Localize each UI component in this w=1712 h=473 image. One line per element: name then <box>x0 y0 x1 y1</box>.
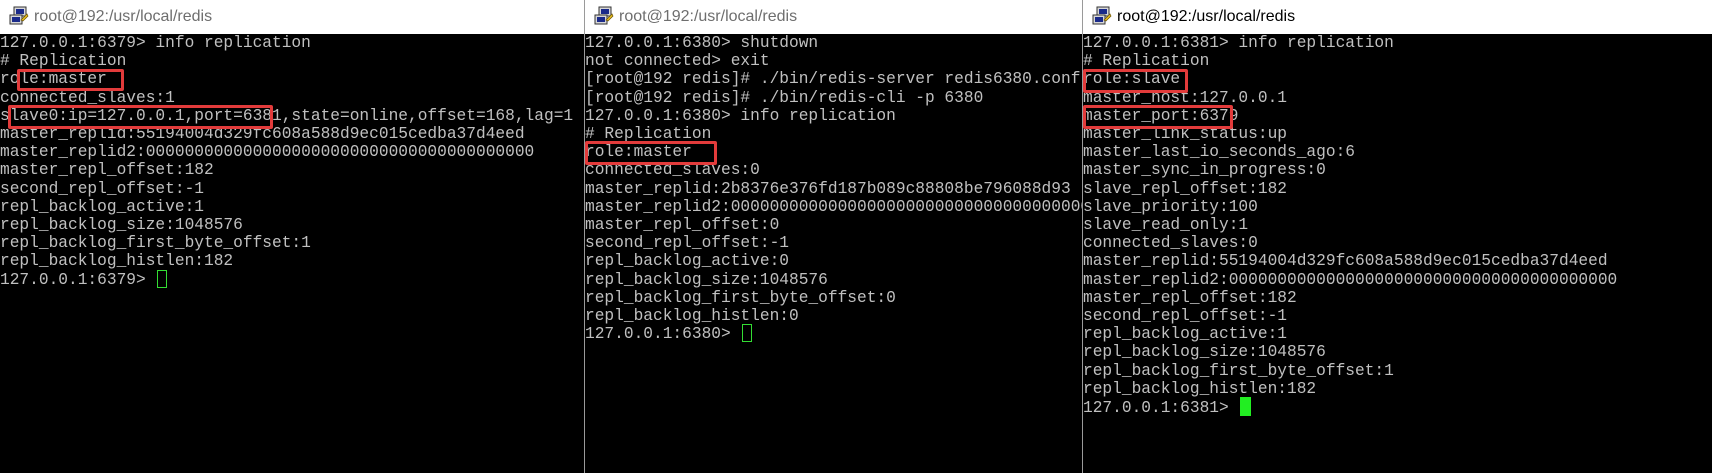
terminal-line: master_replid2:0000000000000000000000000… <box>0 143 535 162</box>
terminal-line: repl_backlog_size:1048576 <box>585 270 828 289</box>
terminal-line: slave_read_only:1 <box>1083 216 1249 234</box>
window-title-bar[interactable]: root@192:/usr/local/redis <box>1083 0 1712 34</box>
terminal-line: 127.0.0.1:6381> info replication <box>1083 34 1394 52</box>
terminal-output[interactable]: 127.0.0.1:6380> shutdown not connected> e… <box>585 34 1082 473</box>
terminal-line: repl_backlog_active:1 <box>0 197 204 216</box>
terminal-line: [root@192 redis]# ./bin/redis-server red… <box>585 70 1081 89</box>
terminal-window-6381[interactable]: root@192:/usr/local/redis 127.0.0.1:6381… <box>1083 0 1712 473</box>
highlight-role-slave <box>1083 69 1188 93</box>
terminal-line: 127.0.0.1:6380> shutdown <box>585 34 819 52</box>
terminal-line: second_repl_offset:-1 <box>585 234 789 253</box>
terminal-line: master_last_io_seconds_ago:6 <box>1083 143 1355 162</box>
terminal-line: repl_backlog_histlen:0 <box>585 307 799 325</box>
terminal-line: repl_backlog_first_byte_offset:1 <box>0 234 311 253</box>
window-title: root@192:/usr/local/redis <box>1117 8 1296 25</box>
terminal-line: master_replid:2b8376e376fd187b089c88808b… <box>585 179 1071 198</box>
terminal-line: second_repl_offset:-1 <box>0 179 204 198</box>
terminal-line: master_replid2:0000000000000000000000000… <box>1083 270 1618 289</box>
terminal-cursor <box>742 324 753 343</box>
terminal-line: repl_backlog_histlen:182 <box>1083 379 1317 398</box>
prompt-line: 127.0.0.1:6380> <box>585 324 753 344</box>
prompt-line: 127.0.0.1:6379> <box>0 269 168 290</box>
terminal-line: master_replid:55194004d329fc608a588d9ec0… <box>1083 252 1608 271</box>
terminal-cursor <box>157 269 168 288</box>
terminal-line: repl_backlog_size:1048576 <box>1083 343 1326 362</box>
window-title: root@192:/usr/local/redis <box>619 8 798 25</box>
terminal-output[interactable]: 127.0.0.1:6381> info replication # Replic… <box>1083 34 1712 473</box>
window-title-bar[interactable]: root@192:/usr/local/redis <box>0 0 584 34</box>
terminal-line: repl_backlog_active:1 <box>1083 325 1287 344</box>
terminal-line: repl_backlog_size:1048576 <box>0 216 243 234</box>
terminal-line: second_repl_offset:-1 <box>1083 307 1287 325</box>
terminal-line: 127.0.0.1:6380> info replication <box>585 106 896 125</box>
terminal-cursor <box>1240 397 1252 416</box>
terminal-line: 127.0.0.1:6379> info replication <box>0 34 311 52</box>
putty-terminal-icon <box>594 6 614 25</box>
terminal-line: not connected> exit <box>585 52 770 71</box>
terminal-line: slave_repl_offset:182 <box>1083 179 1287 198</box>
terminal-line: repl_backlog_first_byte_offset:0 <box>585 288 896 307</box>
prompt-line: 127.0.0.1:6381> <box>1083 397 1252 417</box>
terminal-line: master_replid2:0000000000000000000000000… <box>585 197 1082 216</box>
terminal-line: slave_priority:100 <box>1083 197 1258 216</box>
terminal-line: master_sync_in_progress:0 <box>1083 161 1326 180</box>
terminal-line: master_repl_offset:182 <box>0 161 214 180</box>
terminal-line: connected_slaves:0 <box>1083 234 1258 253</box>
highlight-role-master <box>585 141 717 165</box>
window-title: root@192:/usr/local/redis <box>34 8 213 25</box>
terminal-window-6379[interactable]: root@192:/usr/local/redis 127.0.0.1:6379… <box>0 0 584 473</box>
terminal-line: master_repl_offset:182 <box>1083 288 1297 307</box>
window-title-bar[interactable]: root@192:/usr/local/redis <box>585 0 1082 34</box>
terminal-window-6380[interactable]: root@192:/usr/local/redis 127.0.0.1:6380… <box>585 0 1082 473</box>
terminal-line: repl_backlog_histlen:182 <box>0 252 234 271</box>
highlight-slave0-ip-port <box>8 105 273 129</box>
putty-terminal-icon <box>9 6 29 25</box>
terminal-output[interactable]: 127.0.0.1:6379> info replication # Replic… <box>0 34 584 473</box>
highlight-role-master <box>17 69 124 91</box>
terminal-line: repl_backlog_active:0 <box>585 252 789 271</box>
terminal-line: [root@192 redis]# ./bin/redis-cli -p 638… <box>585 88 984 107</box>
highlight-master-port <box>1083 105 1233 129</box>
terminal-line: master_repl_offset:0 <box>585 216 780 234</box>
terminal-line: repl_backlog_first_byte_offset:1 <box>1083 361 1394 380</box>
putty-terminal-icon <box>1092 6 1112 25</box>
